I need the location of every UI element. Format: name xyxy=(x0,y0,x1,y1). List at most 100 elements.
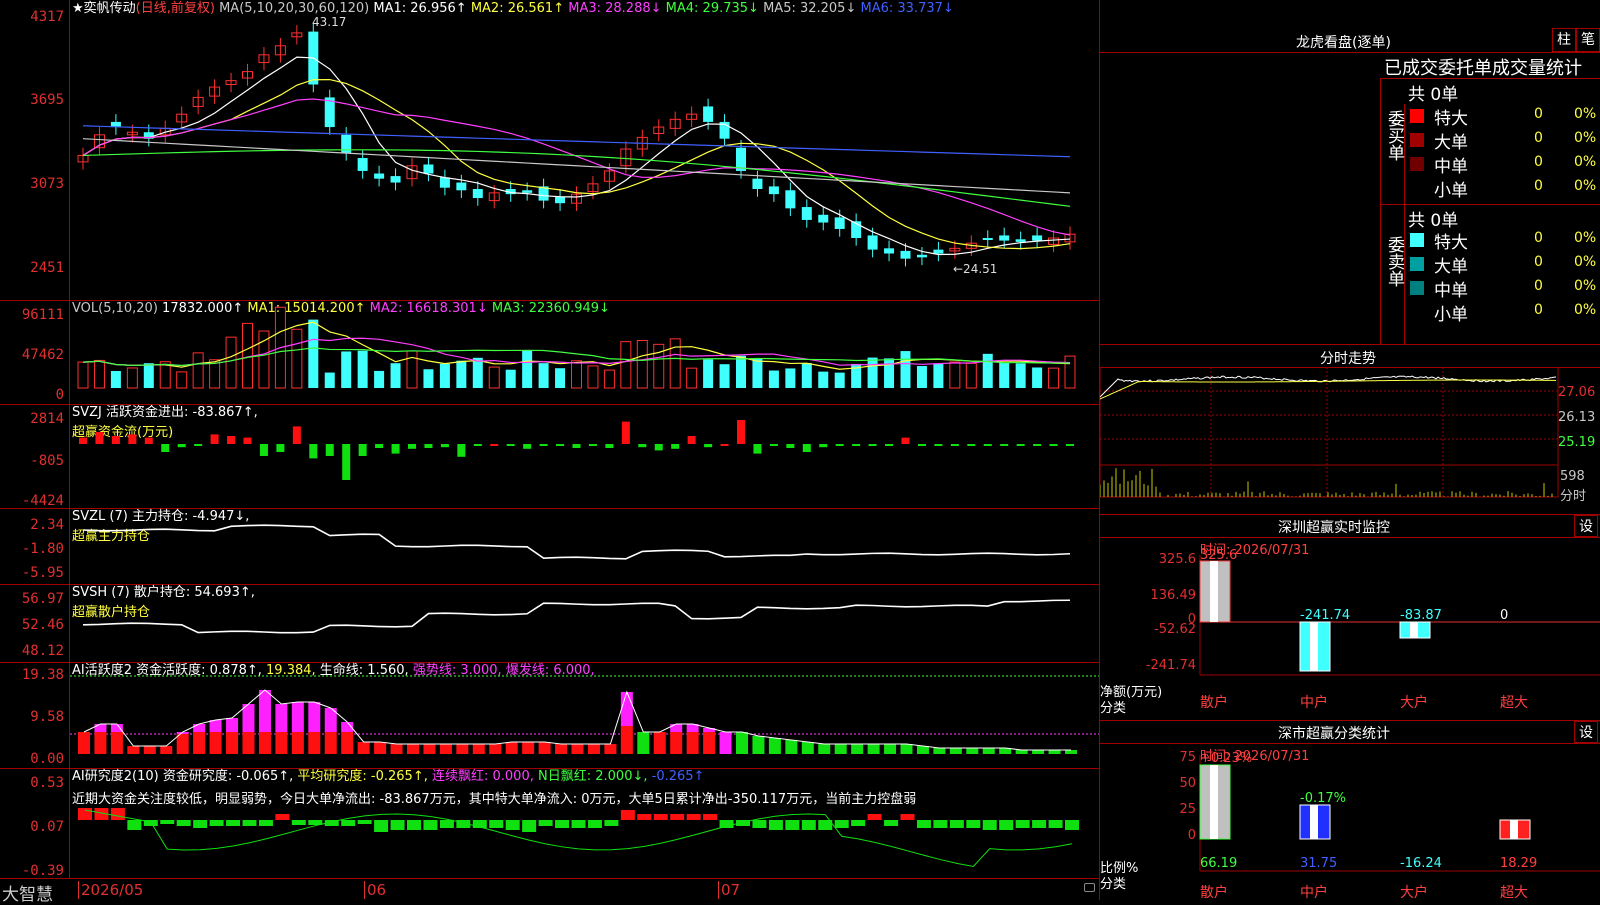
activity-magenta-bar xyxy=(110,724,123,732)
volume-panel[interactable]: VOL(5,10,20) 17832.000↑ MA1: 15014.200↑ … xyxy=(0,300,1100,405)
vol-bar-up xyxy=(587,365,599,389)
class-bar-delta: +0.23% xyxy=(1200,751,1252,766)
bar-mode-button[interactable]: 柱 xyxy=(1552,28,1576,52)
monitor-x-label: 中户 xyxy=(1300,694,1328,711)
vol-bar-down xyxy=(703,359,714,388)
activity-red-bar xyxy=(324,732,337,754)
buy-row-count: 0 xyxy=(1534,130,1543,146)
activity-green-bar xyxy=(736,732,748,754)
sz-monitor-panel[interactable]: 深圳超赢实时监控 设 时间: 2026/07/31 325.6 136.49 0 -5… xyxy=(1100,514,1600,716)
ai-research-chart[interactable] xyxy=(70,768,1100,878)
activity-red-bar xyxy=(439,744,452,754)
research-bar xyxy=(670,814,685,820)
sell-row-label: 中单 xyxy=(1434,281,1468,301)
y-tick: 3073 xyxy=(30,176,64,192)
flow-bar xyxy=(523,444,532,449)
dragon-mid-line xyxy=(1380,204,1600,205)
flow-bar xyxy=(556,444,565,446)
vol-bar-down xyxy=(341,351,352,388)
tick-mode-button[interactable]: 笔 xyxy=(1576,28,1600,52)
research-bar xyxy=(522,820,537,832)
svsh-panel[interactable]: SVSH (7) 散户持仓: 54.693↑, 超赢散户持仓 56.97 52.… xyxy=(0,584,1100,663)
class-x-label: 散户 xyxy=(1200,884,1228,901)
svzj-chart[interactable] xyxy=(70,404,1100,508)
kline-panel[interactable]: ★奕帆传动(日线,前复权) MA(5,10,20,30,60,120) MA1:… xyxy=(0,0,1100,301)
vol-bar-down xyxy=(768,370,779,388)
research-bar xyxy=(423,820,438,830)
app-logo: 大智慧 xyxy=(2,885,53,905)
candle-down xyxy=(933,249,944,254)
activity-red-bar xyxy=(160,746,173,754)
activity-red-bar xyxy=(258,732,271,754)
volume-chart[interactable] xyxy=(70,300,1100,404)
buy-row-pct: 0% xyxy=(1574,178,1597,194)
lock-icon[interactable] xyxy=(1084,883,1095,892)
research-bar xyxy=(1065,820,1079,830)
vol-bar-up xyxy=(488,366,500,389)
ai-research-panel[interactable]: AI研究度2(10) 资金研究度: -0.065↑, 平均研究度: -0.265… xyxy=(0,768,1100,878)
monitor-y-tick: 136.49 xyxy=(1151,588,1197,603)
activity-green-bar xyxy=(834,744,847,754)
activity-green-bar xyxy=(916,746,929,754)
vol-bar-down xyxy=(143,363,154,388)
vol-bar-down xyxy=(505,369,516,388)
ai-activity-chart[interactable] xyxy=(70,662,1100,768)
activity-magenta-bar xyxy=(193,724,206,732)
intraday-y-tick: 26.13 xyxy=(1558,410,1596,425)
research-bar xyxy=(226,820,241,826)
activity-red-bar xyxy=(604,744,617,754)
buy-total: 共 0单 xyxy=(1408,85,1459,105)
y-tick: 2451 xyxy=(30,260,64,276)
activity-red-bar xyxy=(78,732,90,754)
left-axis-divider xyxy=(69,0,70,878)
monitor-y-tick: -52.62 xyxy=(1154,622,1196,637)
sell-row-label: 大单 xyxy=(1434,257,1468,277)
kline-chart[interactable] xyxy=(70,0,1100,300)
vol-bar-down xyxy=(555,368,566,388)
flow-bar xyxy=(934,444,943,446)
sz-class-panel[interactable]: 深市超赢分类统计 设 时间: 2026/07/31 75 50 25 0 +0.23% 6… xyxy=(1100,720,1600,901)
flow-bar xyxy=(194,444,203,446)
vol-bar-down xyxy=(719,364,730,388)
vol-bar-down xyxy=(374,370,385,388)
intraday-chart[interactable] xyxy=(1100,367,1600,515)
vol-bar-down xyxy=(752,358,763,388)
research-bar xyxy=(571,820,586,828)
activity-red-bar xyxy=(587,744,600,754)
intraday-panel[interactable]: 分时走势 27.06 26.13 25.19 598 分时 xyxy=(1100,344,1600,515)
candle-down xyxy=(439,177,450,188)
activity-magenta-bar xyxy=(275,704,288,732)
activity-green-bar xyxy=(768,738,781,754)
buy-row-pct: 0% xyxy=(1574,106,1597,122)
activity-green-bar xyxy=(752,736,765,754)
research-bar xyxy=(78,808,92,820)
ai-activity-panel[interactable]: AI活跃度2 资金活跃度: 0.878↑, 19.384, 生命线: 1.560… xyxy=(0,662,1100,769)
research-bar xyxy=(686,814,701,820)
flow-bar xyxy=(901,437,910,444)
sell-row-count: 0 xyxy=(1534,278,1543,294)
buy-row-label: 小单 xyxy=(1434,181,1468,201)
flow-bar xyxy=(868,444,877,446)
activity-red-bar xyxy=(522,742,535,754)
svzj-panel[interactable]: SVZJ 活跃资金进出: -83.867↑, 超赢资金流(万元) 2814 -8… xyxy=(0,404,1100,509)
dragon-tabs[interactable]: 已成交委托单成交量统计 xyxy=(1384,54,1582,80)
sz-class-chart[interactable]: 75 50 25 0 +0.23% 66.19 散户 -0.17% 31.75 中户 -16.24 大… xyxy=(1100,721,1600,901)
sz-monitor-chart[interactable]: 325.6 136.49 0 -52.62 -241.74 325.6 散户 -241.74 中… xyxy=(1100,515,1600,711)
vol-bar-up xyxy=(603,369,615,389)
svzl-panel[interactable]: SVZL (7) 主力持仓: -4.947↓, 超赢主力持仓 2.34 -1.8… xyxy=(0,508,1100,585)
activity-red-bar xyxy=(291,732,304,754)
flow-bar xyxy=(621,421,630,444)
svsh-chart[interactable] xyxy=(70,584,1100,662)
svzl-chart[interactable] xyxy=(70,508,1100,584)
activity-magenta-bar xyxy=(209,720,222,732)
y-tick: 0 xyxy=(55,387,64,403)
vol-bar-up xyxy=(77,361,89,389)
sell-row-label: 特大 xyxy=(1434,233,1468,253)
activity-red-bar xyxy=(472,744,485,754)
buy-row-count: 0 xyxy=(1534,106,1543,122)
vol-bar-up xyxy=(636,340,648,389)
flow-bar xyxy=(79,437,87,444)
flow-bar xyxy=(440,444,449,448)
research-bar xyxy=(176,820,191,826)
research-bar xyxy=(867,814,882,820)
